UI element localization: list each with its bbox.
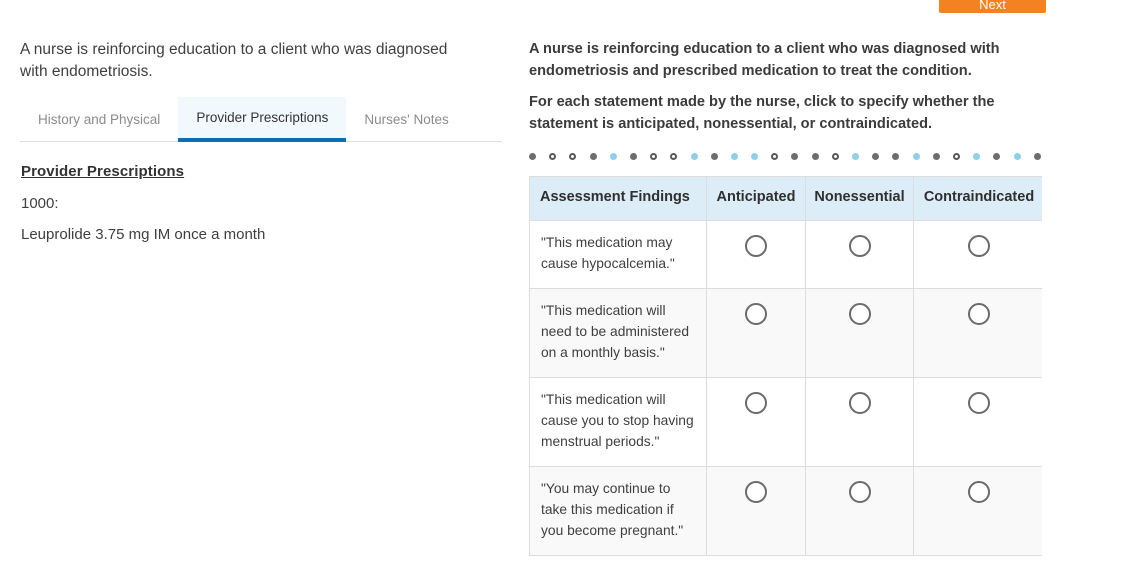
question-pane: A nurse is reinforcing education to a cl… <box>521 0 1125 562</box>
radio-nonessential[interactable] <box>848 481 871 503</box>
matrix-header: Assessment Findings Anticipated Nonessen… <box>529 176 1042 221</box>
finding-text: "You may continue to take this medicatio… <box>529 466 707 556</box>
response-matrix-scroll[interactable]: Assessment Findings Anticipated Nonessen… <box>529 176 1042 562</box>
choice-cell-contraindicated[interactable] <box>913 466 1042 556</box>
column-nonessential: Nonessential <box>805 176 914 221</box>
choice-cell-contraindicated[interactable] <box>913 377 1042 467</box>
divider-dot <box>1033 152 1041 160</box>
divider-dot <box>993 152 1001 160</box>
divider-dot <box>529 152 536 160</box>
radio-contraindicated[interactable] <box>968 235 990 257</box>
divider-dot <box>771 152 779 160</box>
divider-dot <box>629 152 637 160</box>
column-anticipated: Anticipated <box>706 176 806 221</box>
choice-cell-nonessential[interactable] <box>805 288 914 378</box>
question-instruction-paragraph: For each statement made by the nurse, cl… <box>529 94 995 132</box>
choice-cell-anticipated[interactable] <box>706 466 806 556</box>
divider-dot <box>569 152 577 160</box>
radio-contraindicated[interactable] <box>968 303 990 325</box>
divider-dot <box>932 152 940 160</box>
tab-nurses-notes-label: Nurses' Notes <box>364 111 449 127</box>
radio-nonessential[interactable] <box>848 235 871 257</box>
divider-dot <box>973 152 981 160</box>
matrix-row: "This medication will need to be adminis… <box>529 288 1042 378</box>
divider-dot <box>730 152 738 160</box>
divider-dot <box>1013 152 1021 160</box>
divider-dot <box>690 152 698 160</box>
divider-dot <box>791 152 799 160</box>
tab-history-and-physical-label: History and Physical <box>38 111 161 127</box>
finding-text: "This medication will need to be adminis… <box>529 288 707 378</box>
divider-dot <box>811 152 819 160</box>
tab-provider-prescriptions[interactable]: Provider Prescriptions <box>178 97 347 142</box>
divider-dot <box>912 152 920 160</box>
question-prompt-paragraph: A nurse is reinforcing education to a cl… <box>529 41 1000 79</box>
medical-record-pane: A nurse is reinforcing education to a cl… <box>0 0 521 562</box>
divider-dot <box>852 152 859 160</box>
question-prompt: A nurse is reinforcing education to a cl… <box>529 39 1014 135</box>
matrix-row: "This medication may cause hypocalcemia.… <box>529 220 1042 289</box>
matrix-row: "You may continue to take this medicatio… <box>529 466 1042 556</box>
divider-dot <box>589 152 597 160</box>
divider-dot <box>609 152 617 160</box>
divider-dot <box>892 152 900 160</box>
matrix-body: "This medication may cause hypocalcemia.… <box>529 220 1042 556</box>
case-intro-text: A nurse is reinforcing education to a cl… <box>20 41 448 80</box>
matrix-row: "This medication will cause you to stop … <box>529 377 1042 467</box>
finding-text: "This medication will cause you to stop … <box>529 377 707 467</box>
choice-cell-nonessential[interactable] <box>805 466 914 556</box>
response-matrix: Assessment Findings Anticipated Nonessen… <box>529 176 1042 556</box>
radio-anticipated[interactable] <box>745 303 767 325</box>
tab-provider-prescriptions-label: Provider Prescriptions <box>196 110 329 125</box>
finding-text: "This medication may cause hypocalcemia.… <box>529 220 707 289</box>
divider-dot <box>751 152 759 160</box>
choice-cell-contraindicated[interactable] <box>913 220 1042 289</box>
column-contraindicated: Contraindicated <box>913 176 1042 221</box>
divider-dot <box>872 152 880 160</box>
divider-dot <box>670 152 678 160</box>
radio-nonessential[interactable] <box>848 303 871 325</box>
section-title: Provider Prescriptions <box>21 163 185 180</box>
case-study-item: Next A nurse is reinforcing education to… <box>0 0 1125 562</box>
radio-contraindicated[interactable] <box>968 392 990 414</box>
divider-dot <box>831 152 839 160</box>
choice-cell-nonessential[interactable] <box>805 377 914 467</box>
divider-dot <box>952 152 960 160</box>
case-split-layout: A nurse is reinforcing education to a cl… <box>0 0 1125 562</box>
choice-cell-anticipated[interactable] <box>706 220 806 289</box>
radio-anticipated[interactable] <box>745 481 767 503</box>
divider-dot <box>650 152 658 160</box>
divider-dot <box>710 152 718 160</box>
tab-nurses-notes[interactable]: Nurses' Notes <box>346 97 466 141</box>
choice-cell-anticipated[interactable] <box>706 377 806 467</box>
choice-cell-contraindicated[interactable] <box>913 288 1042 378</box>
column-assessment-findings: Assessment Findings <box>529 176 707 221</box>
tab-history-and-physical[interactable]: History and Physical <box>20 97 178 141</box>
radio-anticipated[interactable] <box>745 392 767 414</box>
radio-contraindicated[interactable] <box>968 481 990 503</box>
order-text: Leuprolide 3.75 mg IM once a month <box>21 226 266 243</box>
choice-cell-nonessential[interactable] <box>805 220 914 289</box>
matrix-header-row: Assessment Findings Anticipated Nonessen… <box>529 176 1042 221</box>
divider-dot <box>549 152 557 160</box>
radio-anticipated[interactable] <box>745 235 767 257</box>
record-tabs: History and Physical Provider Prescripti… <box>20 97 502 142</box>
choice-cell-anticipated[interactable] <box>706 288 806 378</box>
radio-nonessential[interactable] <box>848 392 871 414</box>
order-timestamp: 1000: <box>21 195 59 212</box>
dotted-divider <box>529 148 1041 164</box>
